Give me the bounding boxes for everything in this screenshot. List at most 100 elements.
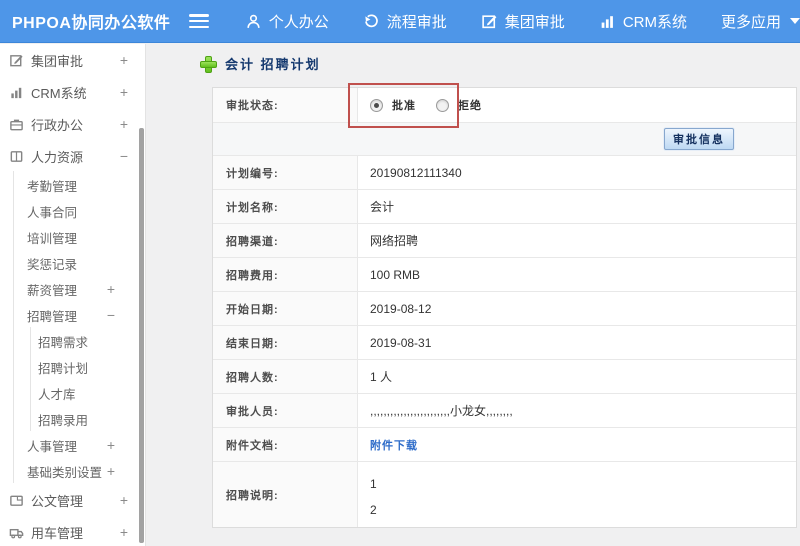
expand-toggle-icon[interactable]: +: [107, 463, 115, 479]
sidebar-item-label: 薪资管理: [27, 283, 78, 298]
book-icon: [8, 148, 24, 164]
expand-toggle-icon[interactable]: −: [120, 148, 128, 164]
topnav-label: 更多应用: [720, 13, 781, 31]
field-label: 审批人员:: [213, 394, 358, 427]
expand-toggle-icon[interactable]: +: [120, 524, 128, 540]
page-title-text: 会计 招聘计划: [225, 57, 321, 72]
description-line: 1: [370, 477, 377, 491]
sidebar-item-label: 人才库: [38, 387, 76, 402]
table-row: 计划编号: 20190812111340: [213, 156, 796, 190]
sidebar-item-label: 公文管理: [31, 493, 84, 509]
topnav-label: 个人办公: [268, 13, 329, 31]
sidebar-item-16[interactable]: 基础类别设置 +: [0, 458, 145, 484]
field-value: 2019-08-31: [358, 326, 796, 359]
expand-toggle-icon[interactable]: +: [120, 84, 128, 100]
expand-toggle-icon[interactable]: +: [107, 437, 115, 453]
expand-toggle-icon[interactable]: +: [120, 52, 128, 68]
sidebar-item-label: 行政办公: [31, 117, 84, 133]
field-label: 招聘说明:: [213, 462, 358, 527]
bar-chart-icon: [599, 13, 616, 30]
field-value: 网络招聘: [358, 224, 796, 257]
sidebar-item-label: 考勤管理: [27, 179, 78, 194]
sidebar-item-2[interactable]: CRM系统 +: [0, 76, 145, 108]
sidebar-item-18[interactable]: 用车管理 +: [0, 516, 145, 546]
table-row: 计划名称: 会计: [213, 190, 796, 224]
field-label: 招聘人数:: [213, 360, 358, 393]
expand-toggle-icon[interactable]: +: [107, 281, 115, 297]
sidebar-item-label: 奖惩记录: [27, 257, 78, 272]
sidebar-item-12[interactable]: 招聘计划: [0, 354, 145, 380]
topnav-item-1[interactable]: 个人办公: [245, 11, 329, 32]
topnav-item-3[interactable]: 集团审批: [481, 11, 565, 32]
expand-toggle-icon[interactable]: −: [107, 307, 115, 323]
sidebar-item-1[interactable]: 集团审批 +: [0, 44, 145, 76]
field-value: 20190812111340: [358, 156, 796, 189]
field-value: 会计: [358, 190, 796, 223]
sidebar-item-6[interactable]: 人事合同: [0, 198, 145, 224]
sidebar-item-17[interactable]: 公文管理 +: [0, 484, 145, 516]
table-row: 结束日期: 2019-08-31: [213, 326, 796, 360]
table-row: 招聘说明: 1 2: [213, 462, 796, 527]
sidebar-item-label: 招聘计划: [38, 361, 89, 376]
table-row: 招聘人数: 1 人: [213, 360, 796, 394]
topnav-item-4[interactable]: CRM系统: [599, 11, 687, 32]
edit-icon: [8, 52, 24, 68]
field-value: ,,,,,,,,,,,,,,,,,,,,,,,,小龙女,,,,,,,,: [358, 394, 796, 427]
sidebar-item-10[interactable]: 招聘管理 −: [0, 302, 145, 328]
sidebar-scrollbar[interactable]: [139, 128, 144, 543]
sidebar-item-4[interactable]: 人力资源 −: [0, 140, 145, 172]
sidebar-item-5[interactable]: 考勤管理: [0, 172, 145, 198]
sidebar-item-11[interactable]: 招聘需求: [0, 328, 145, 354]
field-value: 2019-08-12: [358, 292, 796, 325]
sidebar-item-3[interactable]: 行政办公 +: [0, 108, 145, 140]
topbar: PHPOA协同办公软件 个人办公 流程审批 集团审批 CRM系统 更多应用: [0, 0, 800, 43]
table-row: 附件文档: 附件下载: [213, 428, 796, 462]
radio-reject-icon[interactable]: [436, 98, 449, 112]
radio-approve[interactable]: 批准: [370, 97, 416, 113]
topnav-label: 流程审批: [386, 13, 447, 31]
menu-toggle-icon[interactable]: [189, 14, 209, 28]
tree-guide-line: [13, 171, 14, 483]
sidebar-item-label: 人事合同: [27, 205, 78, 220]
topnav-label: 集团审批: [504, 13, 565, 31]
briefcase-icon: [8, 116, 24, 132]
sidebar-item-label: 招聘录用: [38, 413, 89, 428]
topnav-label: CRM系统: [622, 13, 687, 31]
sidebar-item-label: 招聘管理: [27, 309, 78, 324]
field-label: 审批状态:: [213, 88, 358, 122]
sidebar-item-label: 集团审批: [31, 53, 84, 69]
sidebar-item-label: 招聘需求: [38, 335, 89, 350]
sidebar-item-9[interactable]: 薪资管理 +: [0, 276, 145, 302]
sidebar-item-15[interactable]: 人事管理 +: [0, 432, 145, 458]
field-value: 1 人: [358, 360, 796, 393]
attachment-download-link[interactable]: 附件下载: [358, 428, 796, 461]
app-brand: PHPOA协同办公软件: [12, 15, 171, 32]
table-row: 招聘费用: 100 RMB: [213, 258, 796, 292]
truck-icon: [8, 524, 24, 540]
field-label: 计划名称:: [213, 190, 358, 223]
topnav-item-5[interactable]: 更多应用: [721, 11, 800, 32]
radio-reject[interactable]: 拒绝: [436, 97, 482, 113]
expand-toggle-icon[interactable]: +: [120, 116, 128, 132]
topnav-item-2[interactable]: 流程审批: [363, 11, 447, 32]
approval-info-button[interactable]: 审批信息: [664, 128, 734, 150]
bar-chart-icon: [8, 84, 24, 100]
detail-form-table: 审批状态: 批准 拒绝 审批信息 计划编号: 20190812111340 计划…: [212, 87, 797, 528]
sidebar-item-14[interactable]: 招聘录用: [0, 406, 145, 432]
page-title: 会计 招聘计划: [200, 54, 321, 73]
expand-toggle-icon[interactable]: +: [120, 492, 128, 508]
field-label: 招聘渠道:: [213, 224, 358, 257]
sidebar-item-8[interactable]: 奖惩记录: [0, 250, 145, 276]
main-content: 会计 招聘计划 审批状态: 批准 拒绝 审批信息 计划编号: 201908121…: [147, 44, 800, 546]
sidebar-item-13[interactable]: 人才库: [0, 380, 145, 406]
radio-approve-icon[interactable]: [370, 98, 383, 112]
caret-down-icon: [790, 18, 800, 24]
table-row: 招聘渠道: 网络招聘: [213, 224, 796, 258]
person-icon: [245, 13, 262, 30]
field-label: 结束日期:: [213, 326, 358, 359]
field-label: 计划编号:: [213, 156, 358, 189]
sidebar-item-7[interactable]: 培训管理: [0, 224, 145, 250]
sidebar: 集团审批 + CRM系统 + 行政办公 + 人力资源 − 考勤管理 人事合同 培训管理 奖惩记录 薪资管…: [0, 44, 146, 546]
edit-icon: [481, 13, 498, 30]
field-label: 开始日期:: [213, 292, 358, 325]
